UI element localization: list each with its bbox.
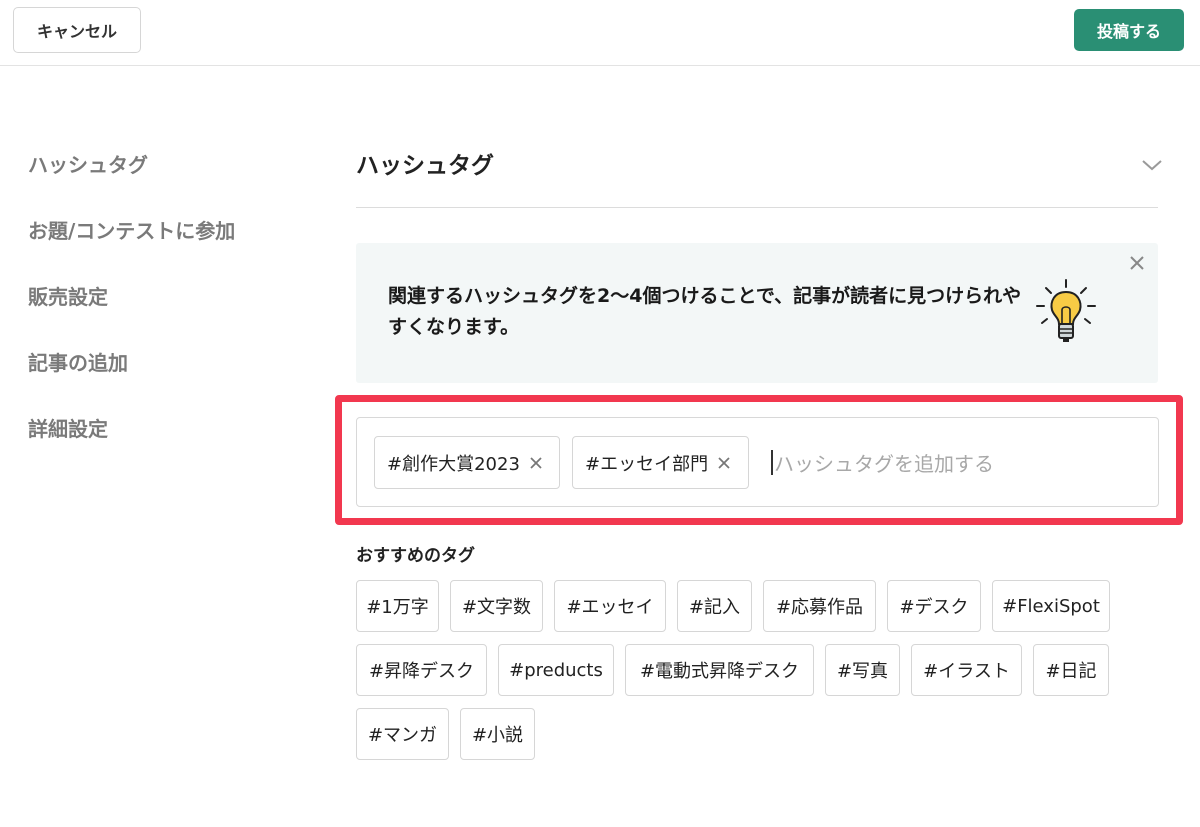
sidebar-item-details[interactable]: 詳細設定 <box>28 409 235 475</box>
section-title: ハッシュタグ <box>356 153 494 179</box>
top-bar: キャンセル 投稿する <box>0 0 1200 66</box>
recommended-tag[interactable]: #応募作品 <box>763 580 876 632</box>
remove-tag-icon[interactable] <box>716 455 732 471</box>
chevron-down-icon[interactable] <box>1140 155 1164 175</box>
tag-chip-label: #創作大賞2023 <box>387 453 520 475</box>
recommended-tag[interactable]: #イラスト <box>911 644 1022 696</box>
sidebar-item-hashtag[interactable]: ハッシュタグ <box>28 145 235 211</box>
recommended-tag[interactable]: #日記 <box>1033 644 1109 696</box>
cancel-button[interactable]: キャンセル <box>13 7 141 53</box>
text-cursor <box>771 450 773 475</box>
recommended-tag[interactable]: #preducts <box>498 644 614 696</box>
recommended-tag[interactable]: #記入 <box>677 580 752 632</box>
sidebar-item-add-article[interactable]: 記事の追加 <box>28 343 235 409</box>
tip-text: 関連するハッシュタグを2〜4個つけることで、記事が読者に見つけられやすくなります… <box>388 285 1022 338</box>
selected-tag-chip: #創作大賞2023 <box>374 436 560 489</box>
section-divider <box>356 207 1158 208</box>
sidebar-item-contest[interactable]: お題/コンテストに参加 <box>28 211 235 277</box>
recommended-tag[interactable]: #写真 <box>825 644 900 696</box>
post-button[interactable]: 投稿する <box>1074 9 1184 51</box>
recommended-tag[interactable]: #昇降デスク <box>356 644 487 696</box>
remove-tag-icon[interactable] <box>528 455 544 471</box>
close-icon[interactable] <box>1127 253 1147 273</box>
hashtag-input-placeholder[interactable]: ハッシュタグを追加する <box>774 448 994 477</box>
recommended-tags-title: おすすめのタグ <box>356 546 475 566</box>
recommended-tag[interactable]: #デスク <box>887 580 981 632</box>
tip-banner: 関連するハッシュタグを2〜4個つけることで、記事が読者に見つけられやすくなります… <box>356 243 1158 383</box>
recommended-tag[interactable]: #小説 <box>460 708 535 760</box>
recommended-tag[interactable]: #エッセイ <box>554 580 666 632</box>
tag-chip-label: #エッセイ部門 <box>585 453 709 475</box>
selected-tag-chip: #エッセイ部門 <box>572 436 749 489</box>
lightbulb-icon <box>1036 279 1096 342</box>
sidebar-item-sales[interactable]: 販売設定 <box>28 277 235 343</box>
recommended-tag[interactable]: #文字数 <box>450 580 543 632</box>
recommended-tag[interactable]: #電動式昇降デスク <box>625 644 814 696</box>
settings-sidebar: ハッシュタグ お題/コンテストに参加 販売設定 記事の追加 詳細設定 <box>28 145 235 475</box>
recommended-tag[interactable]: #1万字 <box>356 580 439 632</box>
hashtag-input-field[interactable]: #創作大賞2023 #エッセイ部門 ハッシュタグを追加する <box>356 417 1159 507</box>
recommended-tag[interactable]: #FlexiSpot <box>992 580 1110 632</box>
recommended-tag[interactable]: #マンガ <box>356 708 449 760</box>
